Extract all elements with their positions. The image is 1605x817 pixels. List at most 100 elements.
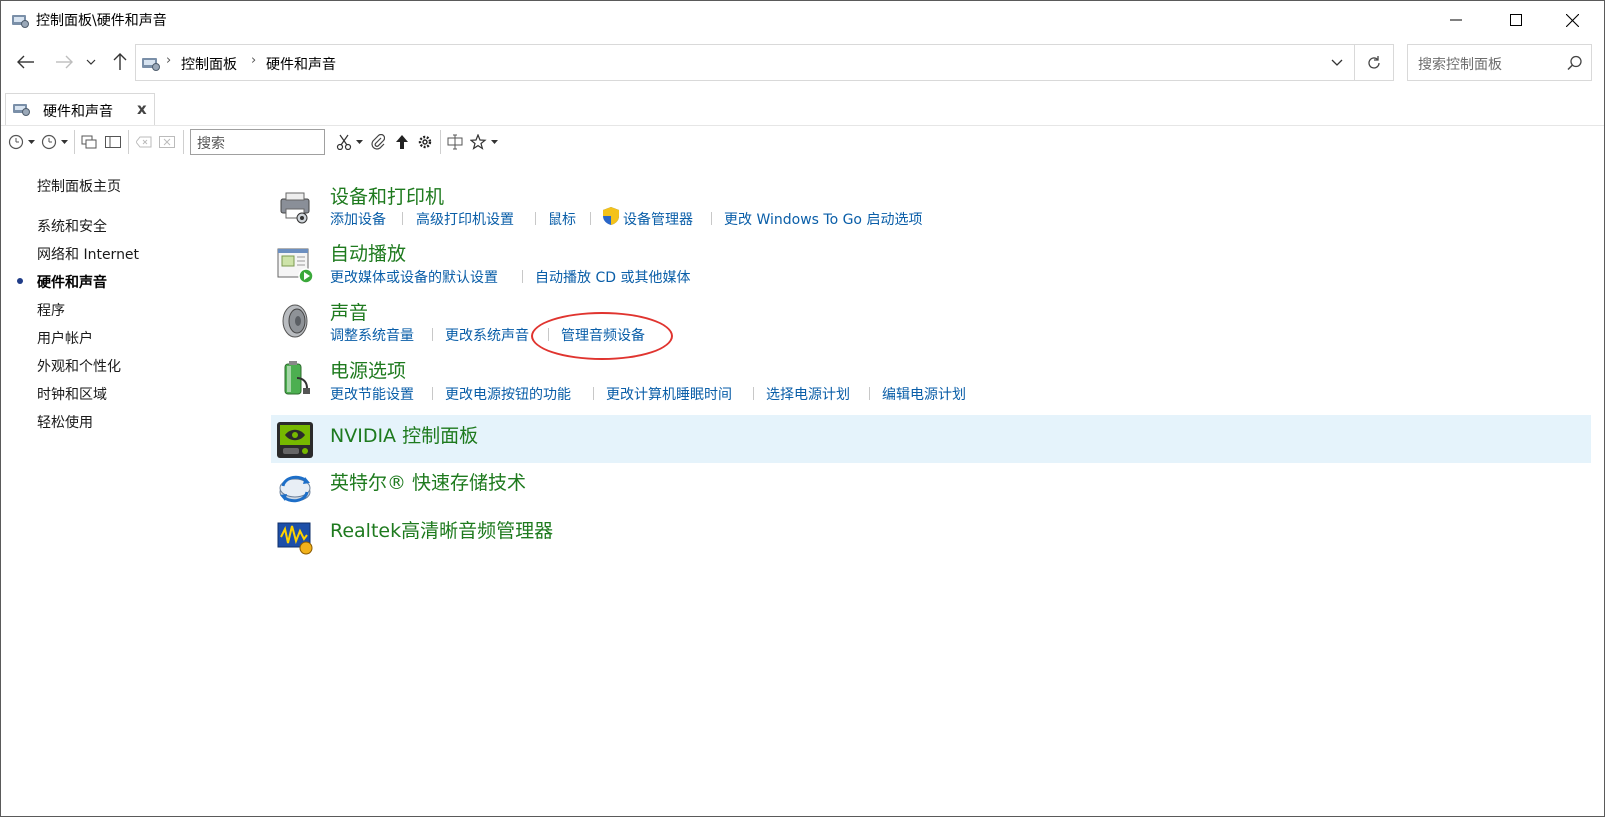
link-separator [432, 328, 433, 341]
upload-button[interactable] [392, 130, 412, 154]
category-power-options[interactable]: 电源选项 [330, 356, 406, 383]
address-box-icon [447, 134, 463, 150]
breadcrumb-separator: › [251, 53, 257, 68]
arrow-up-bold-icon [396, 135, 408, 149]
toolbar-separator [74, 130, 75, 154]
link-separator [869, 387, 870, 400]
link-change-default-media[interactable]: 更改媒体或设备的默认设置 [330, 267, 498, 287]
breadcrumb-control-panel[interactable]: 控制面板 [181, 54, 237, 74]
category-intel-rst[interactable]: 英特尔® 快速存储技术 [330, 468, 526, 495]
back-button[interactable] [13, 49, 39, 75]
search-placeholder: 搜索控制面板 [1418, 57, 1502, 73]
link-autoplay-cd[interactable]: 自动播放 CD 或其他媒体 [535, 267, 690, 287]
up-button[interactable] [107, 49, 133, 75]
recent-locations-button[interactable] [81, 49, 101, 75]
tab-hardware-sound[interactable]: 硬件和声音 x [5, 93, 155, 125]
window-title: 控制面板\硬件和声音 [36, 13, 167, 29]
intel-rst-icon [279, 475, 311, 503]
sidebar-item-system-security[interactable]: 系统和安全 [37, 216, 107, 236]
forward-button[interactable] [51, 49, 77, 75]
tools-button[interactable] [335, 130, 365, 154]
maximize-button[interactable] [1486, 1, 1546, 39]
link-separator [535, 212, 536, 225]
close-icon [1565, 13, 1579, 27]
windows-icon [81, 135, 97, 149]
refresh-icon [1368, 55, 1380, 69]
title-bar: 控制面板\硬件和声音 [1, 1, 1604, 39]
panel-icon [105, 136, 121, 148]
control-panel-window: 控制面板\硬件和声音 › 控制面板 › 硬件和声音 搜索控制面板 硬件和声音 x… [0, 0, 1605, 817]
panel-toggle-button[interactable] [103, 130, 123, 154]
link-change-sleep-time[interactable]: 更改计算机睡眠时间 [606, 384, 732, 404]
breadcrumb-hardware-sound[interactable]: 硬件和声音 [266, 54, 336, 74]
category-sound[interactable]: 声音 [330, 298, 368, 325]
toolbar-search-input[interactable]: 搜索 [190, 129, 325, 155]
link-adjust-volume[interactable]: 调整系统音量 [330, 325, 414, 345]
favorites-button[interactable] [469, 130, 501, 154]
close-box-icon [159, 136, 175, 148]
maximize-icon [1510, 14, 1522, 26]
link-advanced-printer-settings[interactable]: 高级打印机设置 [416, 209, 514, 229]
realtek-audio-icon [277, 522, 313, 555]
address-bar[interactable]: › 控制面板 › 硬件和声音 [135, 44, 1355, 81]
link-device-manager[interactable]: 设备管理器 [623, 209, 693, 229]
toolbar-separator [183, 130, 184, 154]
clear-tag-icon [136, 136, 152, 148]
link-separator [593, 387, 594, 400]
scissors-icon [336, 134, 363, 150]
sidebar-item-ease-of-access[interactable]: 轻松使用 [37, 412, 93, 432]
category-autoplay[interactable]: 自动播放 [330, 239, 406, 266]
link-separator [590, 212, 591, 225]
sidebar-item-user-accounts[interactable]: 用户帐户 [37, 328, 93, 348]
link-windows-to-go[interactable]: 更改 Windows To Go 启动选项 [724, 209, 922, 229]
link-mouse[interactable]: 鼠标 [548, 209, 576, 229]
toolbar-search-placeholder: 搜索 [197, 136, 225, 152]
close-all-button[interactable] [157, 130, 177, 154]
sidebar-item-home[interactable]: 控制面板主页 [37, 176, 121, 196]
clock-forward-icon [41, 134, 68, 150]
nvidia-icon [277, 422, 313, 458]
sidebar-item-programs[interactable]: 程序 [37, 300, 65, 320]
category-nvidia-control-panel[interactable]: NVIDIA 控制面板 [330, 421, 478, 448]
control-panel-icon [13, 104, 30, 116]
sidebar-item-appearance[interactable]: 外观和个性化 [37, 356, 121, 376]
tab-label: 硬件和声音 [43, 104, 113, 120]
breadcrumb-separator: › [166, 53, 172, 68]
history-back-button[interactable] [7, 130, 37, 154]
link-separator [432, 387, 433, 400]
clear-button[interactable] [134, 130, 154, 154]
new-window-button[interactable] [79, 130, 99, 154]
history-forward-button[interactable] [40, 130, 70, 154]
arrow-right-icon [56, 55, 73, 69]
arrow-left-icon [17, 55, 34, 69]
refresh-button[interactable] [1355, 44, 1394, 81]
battery-power-icon [284, 361, 310, 395]
category-devices-printers[interactable]: 设备和打印机 [330, 182, 444, 209]
link-add-device[interactable]: 添加设备 [330, 209, 386, 229]
autoplay-icon [277, 248, 314, 284]
settings-button[interactable] [415, 130, 435, 154]
link-choose-power-plan[interactable]: 选择电源计划 [766, 384, 850, 404]
category-realtek-audio-manager[interactable]: Realtek高清晰音频管理器 [330, 516, 553, 543]
uac-shield-icon [603, 207, 619, 225]
link-edit-power-plan[interactable]: 编辑电源计划 [882, 384, 966, 404]
link-separator [522, 270, 523, 283]
attach-button[interactable] [368, 130, 388, 154]
close-button[interactable] [1542, 1, 1602, 39]
arrow-up-icon [113, 53, 127, 70]
link-separator [402, 212, 403, 225]
paperclip-icon [371, 134, 385, 150]
sidebar-item-hardware-sound[interactable]: 硬件和声音 [37, 272, 107, 292]
chevron-down-icon [86, 59, 96, 65]
tab-close-button[interactable]: x [137, 100, 147, 118]
link-change-power-saving[interactable]: 更改节能设置 [330, 384, 414, 404]
address-tools-button[interactable] [445, 130, 465, 154]
minimize-button[interactable] [1426, 1, 1486, 39]
link-power-button-function[interactable]: 更改电源按钮的功能 [445, 384, 571, 404]
link-change-system-sounds[interactable]: 更改系统声音 [445, 325, 529, 345]
link-separator [753, 387, 754, 400]
chevron-down-icon[interactable] [1330, 55, 1344, 69]
control-panel-search[interactable]: 搜索控制面板 [1407, 44, 1592, 81]
sidebar-item-clock-region[interactable]: 时钟和区域 [37, 384, 107, 404]
sidebar-item-network-internet[interactable]: 网络和 Internet [37, 244, 139, 264]
